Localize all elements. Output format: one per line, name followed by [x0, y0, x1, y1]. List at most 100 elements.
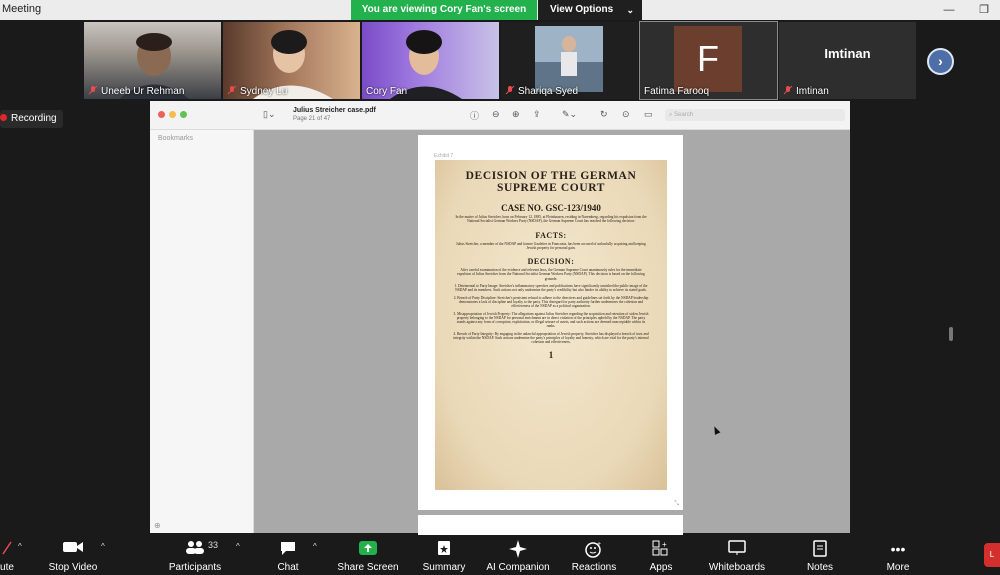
pdf-viewport[interactable]: Exhibit 7 DECISION OF THE GERMAN SUPREME…: [254, 130, 953, 535]
rotate-icon[interactable]: ↻: [600, 109, 608, 120]
more-label: More: [886, 562, 910, 573]
recording-indicator[interactable]: Recording: [0, 110, 63, 128]
next-page-arrow-icon[interactable]: ›: [927, 48, 954, 75]
markup-pen-icon[interactable]: ✎⌄: [562, 109, 577, 120]
page-indicator: Page 21 of 47: [293, 116, 331, 122]
facts-heading: FACTS:: [535, 230, 567, 240]
viewing-screen-banner: You are viewing Cory Fan's screen: [351, 0, 537, 20]
stop-video-label: Stop Video: [48, 562, 98, 573]
meeting-controls: ute ^ Stop Video ^ Participants 33 ^ Cha…: [0, 535, 1000, 575]
info-icon[interactable]: ⓘ: [470, 109, 479, 122]
participant-name: Shariqa Syed: [505, 85, 578, 97]
pdf-search-field[interactable]: ⌕ Search: [665, 109, 845, 121]
document-title: Julius Streicher case.pdf: [293, 107, 376, 114]
zoom-in-icon[interactable]: ⊕: [512, 109, 520, 120]
stop-video-button[interactable]: Stop Video: [42, 535, 104, 575]
chevron-up-icon[interactable]: ^: [236, 542, 240, 551]
participant-tile-fatima[interactable]: F Fatima Farooq: [639, 21, 778, 100]
end-meeting-button[interactable]: L: [984, 543, 1000, 567]
chevron-up-icon[interactable]: ^: [313, 542, 317, 551]
participant-gallery: Uneeb Ur Rehman Sydney Lu Cory Fan Shari…: [0, 20, 1000, 100]
more-dots-icon: •••: [890, 541, 906, 557]
chevron-up-icon[interactable]: ^: [101, 542, 105, 551]
document-image: DECISION OF THE GERMAN SUPREME COURT CAS…: [435, 160, 667, 490]
minimize-icon[interactable]: —: [940, 2, 958, 18]
scrollbar-thumb[interactable]: [949, 327, 953, 341]
form-fill-icon[interactable]: ▭: [644, 109, 653, 120]
reactions-label: Reactions: [571, 562, 617, 573]
ground-paragraph: 3. Misappropriation of Jewish Property: …: [453, 311, 649, 329]
ground-paragraph: 2. Breach of Party Discipline: Streicher…: [453, 295, 649, 309]
ai-companion-label: AI Companion: [486, 562, 550, 573]
pdf-page: Exhibit 7 DECISION OF THE GERMAN SUPREME…: [418, 135, 683, 510]
chevron-up-icon[interactable]: ^: [18, 542, 22, 551]
decision-heading: DECISION:: [527, 257, 575, 267]
close-icon[interactable]: [158, 111, 165, 118]
svg-text:+: +: [662, 540, 667, 549]
shared-screen: ▯⌄ Julius Streicher case.pdf Page 21 of …: [150, 101, 953, 535]
whiteboards-label: Whiteboards: [708, 562, 766, 573]
participant-name: Uneeb Ur Rehman: [88, 85, 184, 97]
participant-tile-sydney[interactable]: Sydney Lu: [223, 22, 360, 99]
summary-icon: [416, 540, 472, 558]
notes-label: Notes: [806, 562, 834, 573]
sparkle-icon: [483, 540, 553, 558]
ai-companion-button[interactable]: AI Companion: [483, 535, 553, 575]
apps-icon: +: [640, 540, 682, 558]
mic-muted-icon: [505, 85, 515, 95]
pdf-sidebar: Bookmarks ⊕: [150, 130, 254, 533]
more-button[interactable]: ••• More: [878, 535, 918, 575]
participant-name: Sydney Lu: [227, 85, 287, 97]
ground-paragraph: 4. Breach of Party Integrity: By engagin…: [453, 331, 649, 345]
view-options-button[interactable]: View Options ⌄: [538, 0, 642, 20]
view-options-label: View Options: [550, 4, 614, 15]
apps-button[interactable]: + Apps: [640, 535, 682, 575]
mute-button[interactable]: ute: [0, 535, 20, 575]
recording-label: Recording: [11, 113, 57, 124]
notes-button[interactable]: Notes: [798, 535, 842, 575]
markup-icon[interactable]: ⊙: [622, 109, 630, 120]
share-icon[interactable]: ⇪: [533, 109, 541, 120]
mouse-cursor-icon: [711, 425, 721, 435]
avatar-name: Imtinan: [824, 46, 871, 61]
ground-paragraph: 1. Detrimental to Party Image: Streicher…: [454, 284, 648, 293]
pdf-next-page: [418, 515, 683, 535]
participants-label: Participants: [168, 562, 222, 573]
facts-paragraph: Julius Streicher, a member of the NSDAP …: [456, 241, 646, 250]
exhibit-label: Exhibit 7: [434, 153, 454, 159]
participant-name: Cory Fan: [366, 86, 408, 97]
apps-label: Apps: [649, 562, 673, 573]
intro-paragraph: In the matter of Julius Streicher, born …: [455, 215, 647, 224]
participants-count: 33: [208, 540, 219, 550]
reaction-smiley-icon: +: [566, 540, 622, 558]
document-page-number: 1: [548, 349, 554, 360]
minimize-icon[interactable]: [169, 111, 176, 118]
share-screen-button[interactable]: Share Screen: [334, 535, 402, 575]
mic-muted-icon: [783, 85, 793, 95]
chat-label: Chat: [277, 562, 299, 573]
document-heading: DECISION OF THE GERMAN SUPREME COURT: [465, 170, 637, 194]
pdf-toolbar: ▯⌄ Julius Streicher case.pdf Page 21 of …: [150, 101, 850, 130]
reactions-button[interactable]: + Reactions: [566, 535, 622, 575]
whiteboards-button[interactable]: Whiteboards: [700, 535, 774, 575]
chat-button[interactable]: Chat: [268, 535, 308, 575]
zoom-icon[interactable]: [180, 111, 187, 118]
participant-tile-shariqa[interactable]: Shariqa Syed: [501, 22, 638, 99]
case-number: CASE NO. GSC-123/1940: [501, 203, 601, 213]
video-camera-icon: [42, 540, 104, 558]
participant-tile-cory[interactable]: Cory Fan: [362, 22, 499, 99]
window-title: Meeting: [2, 3, 42, 15]
participant-tile-imtinan[interactable]: Imtinan Imtinan: [779, 22, 916, 99]
restore-icon[interactable]: ❐: [975, 2, 993, 18]
chat-icon: [268, 540, 308, 558]
participant-name: Imtinan: [783, 85, 829, 97]
sidebar-toggle-icon[interactable]: ▯⌄: [263, 109, 276, 120]
share-screen-label: Share Screen: [337, 562, 399, 573]
whiteboard-icon: [700, 540, 774, 558]
add-bookmark-icon[interactable]: ⊕: [154, 521, 161, 530]
zoom-out-icon[interactable]: ⊖: [492, 109, 500, 120]
mic-muted-icon: [88, 85, 98, 95]
summary-label: Summary: [422, 562, 466, 573]
participant-tile-uneeb[interactable]: Uneeb Ur Rehman: [84, 22, 221, 99]
summary-button[interactable]: Summary: [416, 535, 472, 575]
